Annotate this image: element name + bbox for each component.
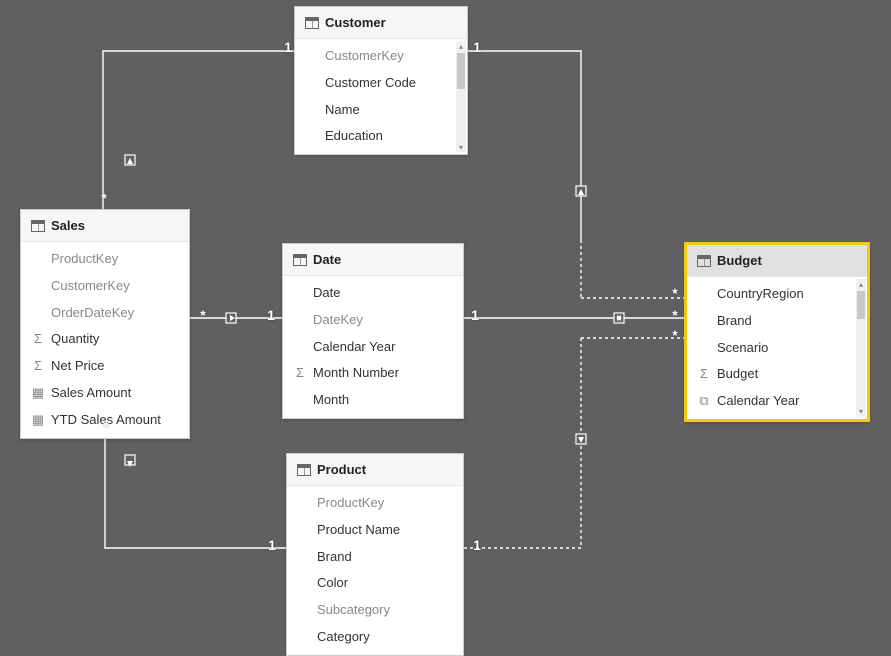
table-product-title: Product <box>317 462 366 477</box>
field-item[interactable]: Month <box>283 387 463 414</box>
table-product-fields: ProductKey Product Name Brand Color Subc… <box>287 486 463 655</box>
cardinality-product-sales-many: * <box>99 418 113 434</box>
cardinality-customer-sales-many: * <box>97 190 111 206</box>
table-icon <box>293 254 307 266</box>
field-item[interactable]: Brand <box>687 308 853 335</box>
chevron-up-icon[interactable]: ▴ <box>856 279 866 289</box>
cardinality-date-sales-one: 1 <box>264 307 278 323</box>
cardinality-customer-budget-one: 1 <box>470 39 484 55</box>
table-customer-fields: CustomerKey Customer Code Name Education… <box>295 39 467 154</box>
field-item[interactable]: Product Name <box>287 517 463 544</box>
field-item[interactable]: Date <box>283 280 463 307</box>
table-date-fields: Date DateKey Calendar Year ΣMonth Number… <box>283 276 463 418</box>
table-customer-title: Customer <box>325 15 386 30</box>
sigma-icon: Σ <box>31 329 45 350</box>
cardinality-customer-budget-many: * <box>668 285 682 301</box>
cardinality-date-sales-many: * <box>196 307 210 323</box>
table-sales-fields: ProductKey CustomerKey OrderDateKey ΣQua… <box>21 242 189 438</box>
sigma-icon: Σ <box>293 363 307 384</box>
field-item[interactable]: DateKey <box>283 307 463 334</box>
field-item[interactable]: ⧉Calendar Year <box>687 388 853 415</box>
table-date-header[interactable]: Date <box>283 244 463 276</box>
field-item[interactable]: ▦Sales Amount <box>21 380 189 407</box>
table-sales[interactable]: Sales ProductKey CustomerKey OrderDateKe… <box>20 209 190 439</box>
cardinality-date-budget-one: 1 <box>468 307 482 323</box>
field-item[interactable]: OrderDateKey <box>21 300 189 327</box>
field-item[interactable]: Color <box>287 570 463 597</box>
table-customer[interactable]: Customer CustomerKey Customer Code Name … <box>294 6 468 155</box>
field-item[interactable]: Calendar Year <box>283 334 463 361</box>
scrollbar[interactable]: ▴ ▾ <box>456 41 466 152</box>
table-sales-header[interactable]: Sales <box>21 210 189 242</box>
field-item[interactable]: Name <box>295 97 453 124</box>
table-date[interactable]: Date Date DateKey Calendar Year ΣMonth N… <box>282 243 464 419</box>
scrollbar-thumb[interactable] <box>457 53 465 89</box>
table-product-header[interactable]: Product <box>287 454 463 486</box>
calcgroup-icon: ⧉ <box>697 391 711 412</box>
table-budget-title: Budget <box>717 253 762 268</box>
cardinality-date-budget-many: * <box>668 307 682 323</box>
field-item[interactable]: ProductKey <box>287 490 463 517</box>
scrollbar[interactable]: ▴ ▾ <box>856 279 866 417</box>
table-budget-fields: CountryRegion Brand Scenario ΣBudget ⧉Ca… <box>687 277 867 419</box>
cardinality-customer-sales-one: 1 <box>281 39 295 55</box>
table-sales-title: Sales <box>51 218 85 233</box>
field-item[interactable]: CustomerKey <box>21 273 189 300</box>
field-item[interactable]: ΣMonth Number <box>283 360 463 387</box>
field-item[interactable]: CustomerKey <box>295 43 453 70</box>
field-item[interactable]: Customer Code <box>295 70 453 97</box>
cardinality-product-budget-one: 1 <box>470 537 484 553</box>
table-budget[interactable]: Budget CountryRegion Brand Scenario ΣBud… <box>684 242 870 422</box>
field-item[interactable]: ProductKey <box>21 246 189 273</box>
field-item[interactable]: Scenario <box>687 335 853 362</box>
measure-icon: ▦ <box>31 383 45 404</box>
scrollbar-thumb[interactable] <box>857 291 865 319</box>
field-item[interactable]: Category <box>287 624 463 651</box>
field-item[interactable]: ΣBudget <box>687 361 853 388</box>
field-item[interactable]: ΣQuantity <box>21 326 189 353</box>
sigma-icon: Σ <box>697 364 711 385</box>
field-item[interactable]: ΣNet Price <box>21 353 189 380</box>
table-product[interactable]: Product ProductKey Product Name Brand Co… <box>286 453 464 656</box>
cardinality-product-sales-one: 1 <box>265 537 279 553</box>
table-icon <box>297 464 311 476</box>
cardinality-product-budget-many: * <box>668 327 682 343</box>
table-date-title: Date <box>313 252 341 267</box>
sigma-icon: Σ <box>31 356 45 377</box>
field-item[interactable]: Brand <box>287 544 463 571</box>
table-icon <box>697 255 711 267</box>
table-budget-header[interactable]: Budget <box>687 245 867 277</box>
table-icon <box>31 220 45 232</box>
table-customer-header[interactable]: Customer <box>295 7 467 39</box>
chevron-down-icon[interactable]: ▾ <box>456 142 466 152</box>
table-icon <box>305 17 319 29</box>
field-item[interactable]: CountryRegion <box>687 281 853 308</box>
chevron-down-icon[interactable]: ▾ <box>856 407 866 417</box>
field-item[interactable]: Education <box>295 123 453 150</box>
field-item[interactable]: Subcategory <box>287 597 463 624</box>
chevron-up-icon[interactable]: ▴ <box>456 41 466 51</box>
measure-icon: ▦ <box>31 410 45 431</box>
